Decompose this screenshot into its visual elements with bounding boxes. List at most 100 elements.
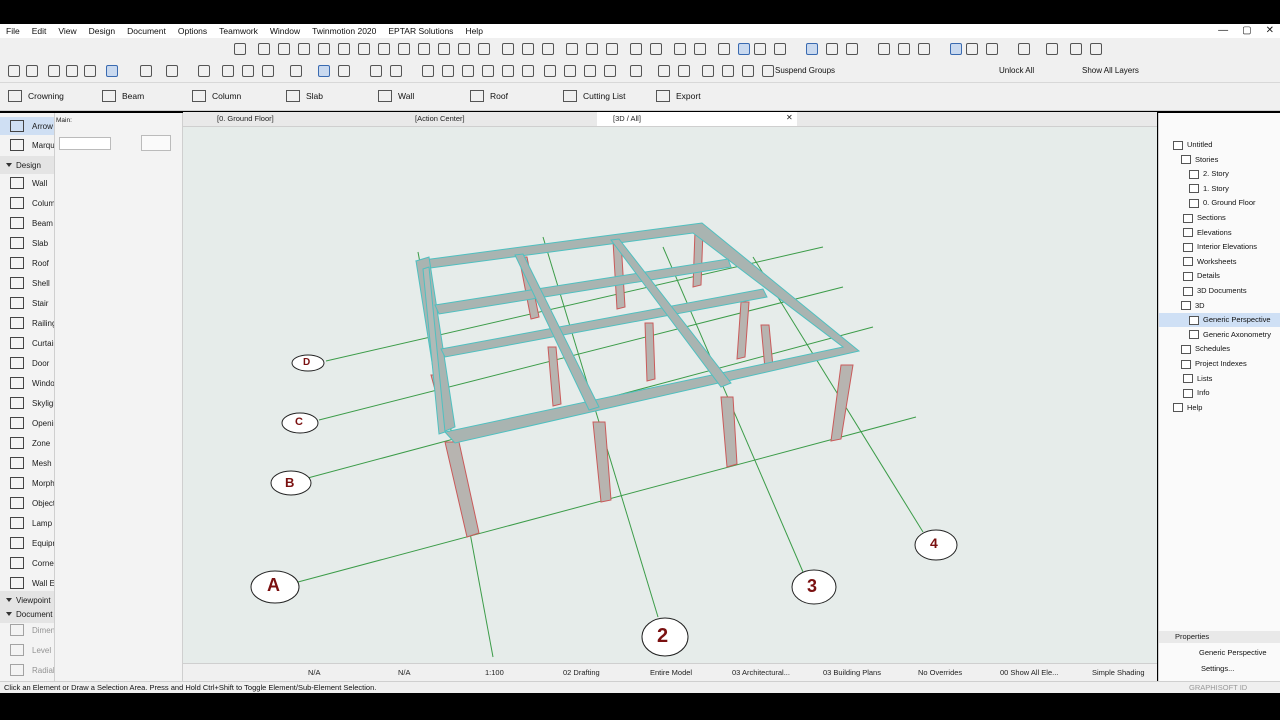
menu-window[interactable]: Window [264, 24, 306, 38]
nav-item-project-indexes[interactable]: Project Indexes [1159, 357, 1280, 371]
toolbar-tool-16-icon[interactable] [566, 43, 578, 55]
toolbox-morph[interactable]: Morph [0, 474, 54, 492]
close-button[interactable]: ✕ [1266, 24, 1274, 38]
toolbar-tool-22-icon[interactable] [694, 43, 706, 55]
edit-tool-26-icon[interactable] [604, 65, 616, 77]
roof-tool[interactable]: Roof [470, 89, 508, 103]
toolbar-tool-36-icon[interactable] [1018, 43, 1030, 55]
toolbar-tool-30-icon[interactable] [878, 43, 890, 55]
overrides-selector[interactable]: No Overrides [918, 664, 962, 681]
shading-selector[interactable]: Simple Shading [1092, 664, 1145, 681]
edit-tool-9-icon[interactable] [222, 65, 234, 77]
nav-item-story2[interactable]: 2. Story [1159, 167, 1280, 181]
toolbox-stair[interactable]: Stair [0, 294, 54, 312]
toolbox-window[interactable]: Window [0, 374, 54, 392]
menu-document[interactable]: Document [121, 24, 172, 38]
edit-tool-25-icon[interactable] [584, 65, 596, 77]
nav-item-stories[interactable]: Stories [1159, 153, 1280, 167]
toolbox-equipment[interactable]: Equipment [0, 534, 54, 552]
properties-header[interactable]: Properties [1159, 631, 1280, 643]
settings-button[interactable]: Settings... [1159, 662, 1280, 676]
nav-item-generic-perspective[interactable]: Generic Perspective [1159, 313, 1280, 328]
toolbox-shell[interactable]: Shell [0, 274, 54, 292]
edit-tool-2-icon[interactable] [48, 65, 60, 77]
nav-item-three-d[interactable]: 3D [1159, 299, 1280, 313]
nav-item-info[interactable]: Info [1159, 386, 1280, 400]
toolbox-opening[interactable]: Opening [0, 414, 54, 432]
edit-tool-13-icon[interactable] [318, 65, 330, 77]
menu-view[interactable]: View [52, 24, 82, 38]
nav-item-story0[interactable]: 0. Ground Floor [1159, 196, 1280, 210]
toolbox-corner-window[interactable]: Corner Window [0, 554, 54, 572]
suspend-groups-button[interactable]: Suspend Groups [775, 65, 835, 77]
edit-tool-32-icon[interactable] [742, 65, 754, 77]
menu-teamwork[interactable]: Teamwork [213, 24, 264, 38]
scale-selector[interactable]: 1:100 [485, 664, 504, 681]
cutting-list-tool[interactable]: Cutting List [563, 89, 626, 103]
tab-ground-floor[interactable]: [0. Ground Floor] [201, 112, 385, 126]
toolbar-tool-35-icon[interactable] [986, 43, 998, 55]
toolbar-tool-26-icon[interactable] [774, 43, 786, 55]
edit-tool-19-icon[interactable] [462, 65, 474, 77]
toolbar-tool-21-icon[interactable] [674, 43, 686, 55]
menu-eptar[interactable]: EPTAR Solutions [382, 24, 459, 38]
edit-tool-18-icon[interactable] [442, 65, 454, 77]
structure-selector[interactable]: 03 Architectural... [732, 664, 790, 681]
toolbar-tool-20-icon[interactable] [650, 43, 662, 55]
edit-tool-1-icon[interactable] [26, 65, 38, 77]
edit-tool-28-icon[interactable] [658, 65, 670, 77]
edit-tool-11-icon[interactable] [262, 65, 274, 77]
edit-tool-27-icon[interactable] [630, 65, 642, 77]
toolbox-column[interactable]: Column [0, 194, 54, 212]
edit-tool-24-icon[interactable] [564, 65, 576, 77]
toolbar-tool-10-icon[interactable] [438, 43, 450, 55]
edit-tool-7-icon[interactable] [166, 65, 178, 77]
toolbar-tool-27-icon[interactable] [806, 43, 818, 55]
toolbar-tool-4-icon[interactable] [318, 43, 330, 55]
toolbar-tool-19-icon[interactable] [630, 43, 642, 55]
pen-set-selector[interactable]: 02 Drafting [563, 664, 600, 681]
selection-mode-button[interactable] [141, 135, 171, 151]
nav-item-documents3d[interactable]: 3D Documents [1159, 284, 1280, 298]
toolbar-tool-12-icon[interactable] [478, 43, 490, 55]
beam-tool[interactable]: Beam [102, 89, 144, 103]
toolbar-tool-28-icon[interactable] [826, 43, 838, 55]
menu-twinmotion[interactable]: Twinmotion 2020 [306, 24, 382, 38]
edit-tool-8-icon[interactable] [198, 65, 210, 77]
toolbar-tool-3-icon[interactable] [298, 43, 310, 55]
nav-item-untitled[interactable]: Untitled [1159, 138, 1280, 152]
toolbox-arrow[interactable]: Arrow [0, 117, 54, 135]
toolbar-tool-7-icon[interactable] [378, 43, 390, 55]
edit-tool-10-icon[interactable] [242, 65, 254, 77]
nav-item-generic-axonometry[interactable]: Generic Axonometry [1159, 328, 1280, 342]
edit-tool-30-icon[interactable] [702, 65, 714, 77]
menu-help[interactable]: Help [459, 24, 488, 38]
toolbar-tool-1-icon[interactable] [258, 43, 270, 55]
toolbox-level[interactable]: Level [0, 641, 54, 659]
model-view-selector[interactable]: Entire Model [650, 664, 692, 681]
nav-item-lists[interactable]: Lists [1159, 372, 1280, 386]
toolbox-dimension[interactable]: Dimension [0, 621, 54, 639]
edit-tool-23-icon[interactable] [544, 65, 556, 77]
toolbar-tool-25-icon[interactable] [754, 43, 766, 55]
toolbar-tool-32-icon[interactable] [918, 43, 930, 55]
menu-edit[interactable]: Edit [26, 24, 53, 38]
toolbox-radial[interactable]: Radial [0, 661, 54, 679]
edit-tool-12-icon[interactable] [290, 65, 302, 77]
nav-item-schedules[interactable]: Schedules [1159, 342, 1280, 356]
toolbox-door[interactable]: Door [0, 354, 54, 372]
edit-tool-22-icon[interactable] [522, 65, 534, 77]
nav-item-sections[interactable]: Sections [1159, 211, 1280, 225]
toolbar-tool-23-icon[interactable] [718, 43, 730, 55]
toolbar-tool-9-icon[interactable] [418, 43, 430, 55]
edit-tool-20-icon[interactable] [482, 65, 494, 77]
dimension-selector[interactable]: 00 Show All Ele... [1000, 664, 1058, 681]
toolbox-skylight[interactable]: Skylight [0, 394, 54, 412]
menu-options[interactable]: Options [172, 24, 213, 38]
toolbar-tool-34-icon[interactable] [966, 43, 978, 55]
nav-item-worksheets[interactable]: Worksheets [1159, 255, 1280, 269]
toolbar-tool-37-icon[interactable] [1046, 43, 1058, 55]
toolbox-design-header[interactable]: Design [0, 156, 54, 174]
edit-tool-31-icon[interactable] [722, 65, 734, 77]
nav-item-elevations[interactable]: Elevations [1159, 226, 1280, 240]
